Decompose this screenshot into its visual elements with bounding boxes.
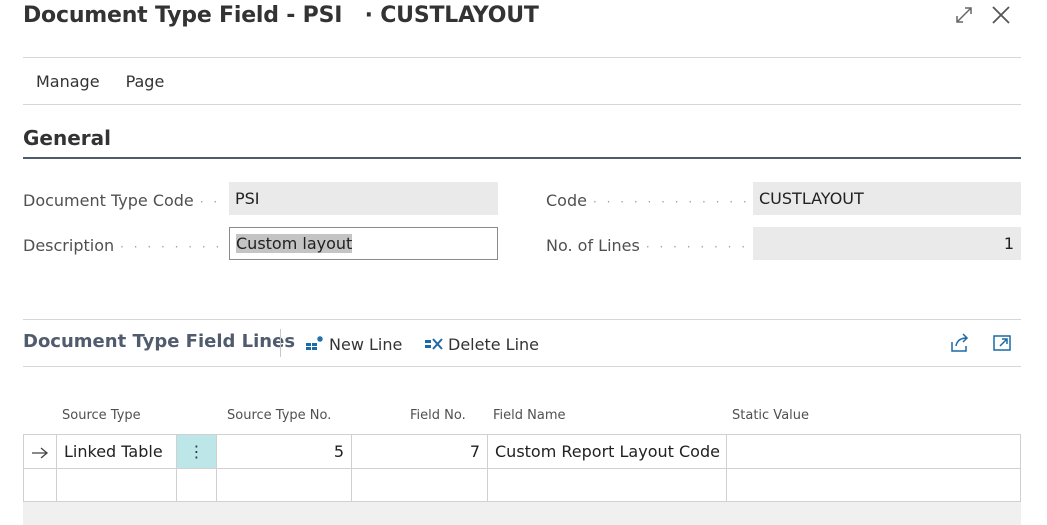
lines-toolbar-separator [280,329,281,357]
delete-line-label: Delete Line [448,334,539,354]
column-header-static-value[interactable]: Static Value [732,408,809,423]
title-bar: Document Type Field - PSI · CUSTLAYOUT [23,0,539,32]
column-header-field-no[interactable]: Field No. [410,408,466,423]
share-button[interactable] [949,332,973,356]
description-label: Description· · · · · · · · · · · · [23,236,223,255]
column-header-field-name[interactable]: Field Name [493,408,566,423]
document-type-code-label: Document Type Code· · · [23,191,223,210]
close-icon [992,6,1010,24]
cell-source-type-no[interactable]: 5 [216,435,351,469]
more-vertical-icon: ⋮ [188,442,205,461]
action-bar: Manage Page [23,60,177,104]
label-leader-dots: · · · · · · · · · · · · [120,240,223,254]
lines-title[interactable]: Document Type Field Lines [23,331,295,352]
open-in-new-window-button[interactable] [991,332,1015,356]
page-title: Document Type Field - PSI · CUSTLAYOUT [23,3,539,28]
column-header-source-type-no[interactable]: Source Type No. [227,408,331,423]
menu-page[interactable]: Page [113,60,178,104]
table-row[interactable] [23,468,1021,503]
action-bar-divider [23,104,1021,105]
cell-field-name[interactable]: Custom Report Layout Code [487,435,726,469]
code-label: Code· · · · · · · · · · · · · · · · · · … [546,191,746,210]
row-indicator[interactable] [23,435,56,469]
row-indicator[interactable] [23,469,56,503]
description-value: Custom layout [236,234,353,253]
delete-line-button[interactable]: Delete Line [424,332,539,356]
lines-top-divider [23,319,1021,320]
expand-icon [956,7,972,23]
close-button[interactable] [988,2,1014,28]
cell-static-value[interactable] [726,469,1021,503]
grid-footer-area [23,502,1021,525]
column-header-source-type[interactable]: Source Type [62,408,141,423]
cell-source-type-no[interactable] [216,469,351,503]
no-of-lines-field[interactable]: 1 [753,227,1021,260]
cell-source-type[interactable] [56,469,176,503]
label-leader-dots: · · · · · · · · · · · · · [645,240,746,254]
lines-toolbar-divider [23,366,1021,367]
expand-button[interactable] [951,2,977,28]
row-actions-button[interactable]: ⋮ [176,435,216,469]
code-field: CUSTLAYOUT [753,182,1021,215]
share-icon [951,333,969,352]
cell-field-no[interactable] [351,469,487,503]
row-actions-cell[interactable] [176,469,216,503]
section-underline [23,157,1021,159]
new-line-icon [306,336,323,350]
delete-line-icon [425,338,443,350]
arrow-right-icon [32,447,49,458]
menu-manage[interactable]: Manage [23,60,113,104]
open-in-new-window-icon [993,335,1011,351]
new-line-label: New Line [329,334,403,354]
title-divider [23,57,1021,58]
description-input[interactable]: Custom layout [229,227,498,260]
document-type-code-field: PSI [229,182,498,215]
cell-field-name[interactable] [487,469,726,503]
cell-source-type[interactable]: Linked Table [56,435,176,469]
section-title-general[interactable]: General [23,126,111,150]
no-of-lines-label: No. of Lines· · · · · · · · · · · · · [546,236,746,255]
table-row[interactable]: Linked Table ⋮ 5 7 Custom Report Layout … [23,434,1021,469]
cell-field-no[interactable]: 7 [351,435,487,469]
cell-static-value[interactable] [726,435,1021,469]
label-leader-dots: · · · · · · · · · · · · · · · · · · · · [592,195,746,209]
new-line-button[interactable]: New Line [305,332,402,356]
label-leader-dots: · · · [199,195,223,209]
